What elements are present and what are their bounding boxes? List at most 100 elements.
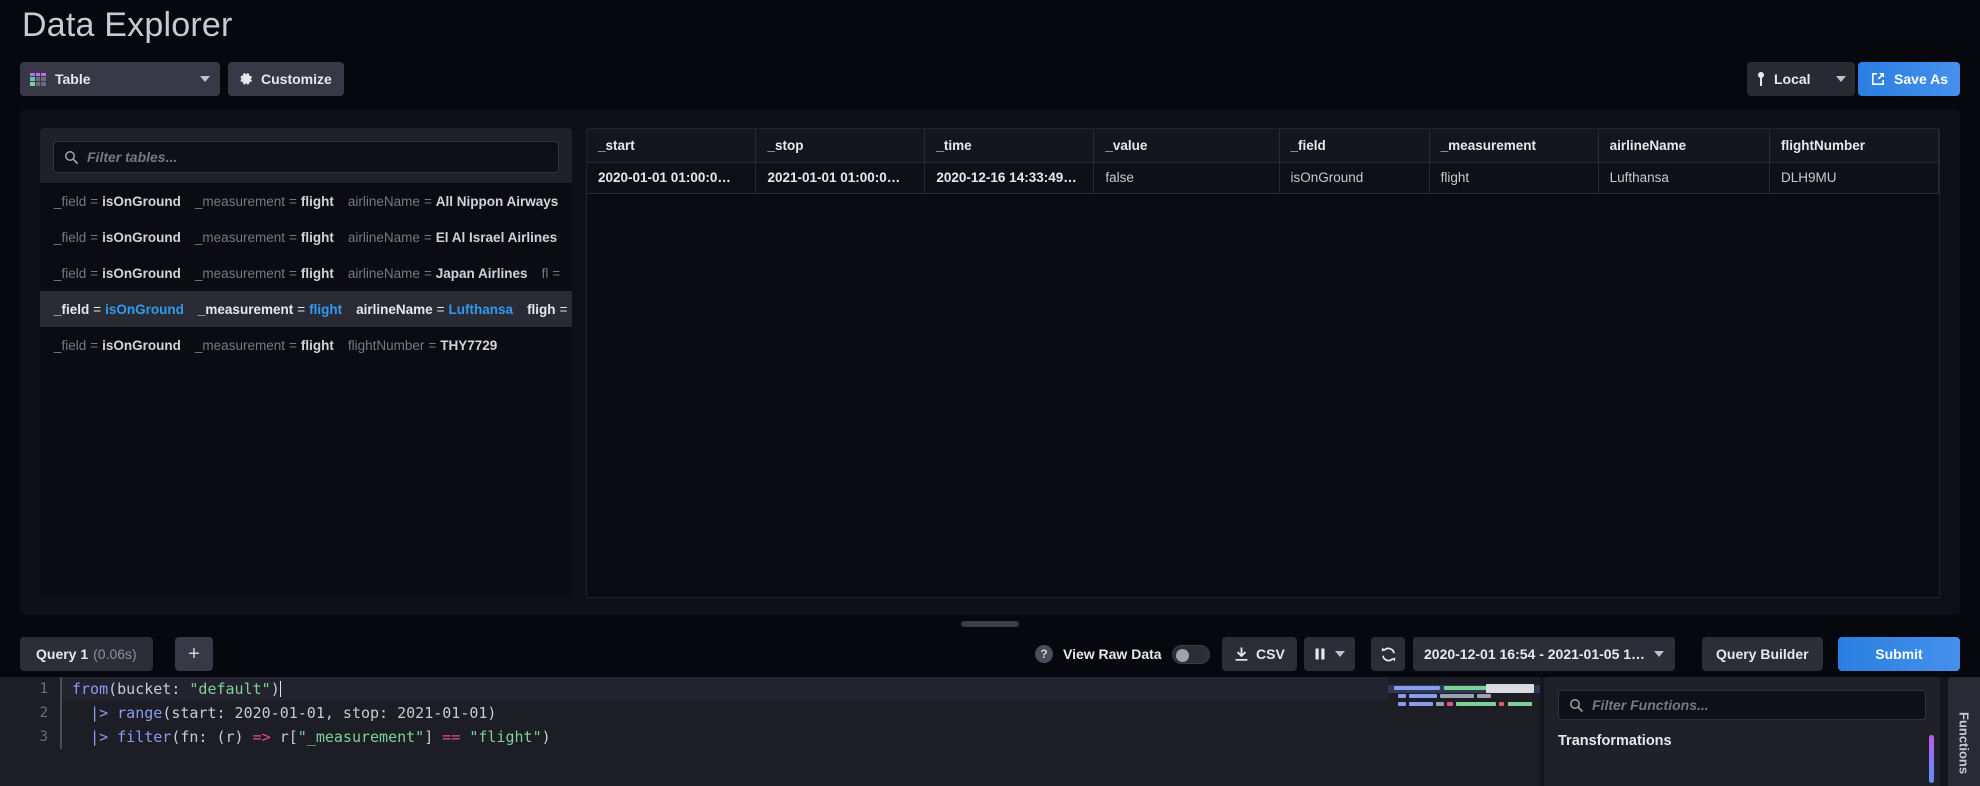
column-header[interactable]: _measurement [1429,129,1599,163]
filter-tables-input[interactable] [87,149,548,165]
filter-functions-input[interactable] [1592,697,1915,713]
gear-icon [238,71,254,87]
tag-pair: _field = isOnGround [54,338,181,353]
table-list-item[interactable]: _field = isOnGround _measurement = flight flig… [40,327,572,363]
tag-key: airlineName [347,229,420,245]
column-header[interactable]: flightNumber [1769,129,1939,163]
refresh-button[interactable] [1371,637,1405,671]
panel-splitter[interactable] [0,617,1980,631]
customize-button[interactable]: Customize [228,62,344,96]
code-line-1[interactable]: from(bucket: "default") [60,677,1388,701]
tag-pair: _measurement = flight [195,194,334,209]
tag-key: _field [54,337,87,353]
submit-button[interactable]: Submit [1838,637,1960,671]
table-cell: Lufthansa [1598,162,1771,194]
minimap-line [1398,694,1406,698]
tag-key: fl [541,265,549,281]
tag-value: flight [300,265,334,281]
view-raw-data-control[interactable]: ? View Raw Data [1035,637,1210,671]
filter-tables-box[interactable] [53,141,559,173]
code-lines[interactable]: from(bucket: "default") |> range(start: … [60,677,1388,749]
table-cell: isOnGround [1279,162,1430,194]
line-number: 2 [39,705,48,721]
auto-refresh-pause-button[interactable] [1304,637,1355,671]
tag-value: flight [300,229,334,245]
functions-section-title: Transformations [1558,733,1672,749]
line-number: 3 [39,729,48,745]
functions-side-tab[interactable]: Functions [1948,677,1980,786]
tag-value: flight [309,301,343,317]
tables-list[interactable]: _field = isOnGround _measurement = flight airl… [40,183,572,598]
tag-key: flightNumber [347,337,425,353]
question-mark-icon[interactable]: ? [1035,645,1053,663]
time-range-dropdown[interactable]: 2020-12-01 16:54 - 2021-01-05 1… [1413,637,1676,671]
table-row: 2020-01-01 01:00:0… 2021-01-01 01:00:0… 20… [587,162,1939,194]
add-query-button[interactable]: + [175,637,213,671]
query-tab-label: Query 1 [36,646,89,662]
tag-key: _measurement [194,229,285,245]
tag-equals: = [288,229,297,245]
tag-pair: _field = isOnGround [54,266,181,281]
csv-label: CSV [1256,646,1285,662]
table-list-item[interactable]: _field = isOnGround _measurement = flight airl… [40,291,572,327]
table-list-item[interactable]: _field = isOnGround _measurement = flight airl… [40,183,572,219]
splitter-grip[interactable] [961,621,1019,627]
tag-pair: _field = isOnGround [54,194,181,209]
minimap-line [1398,702,1406,706]
view-raw-data-toggle[interactable] [1171,644,1210,664]
tag-value: Japan Airlines [435,265,528,281]
tag-key: _field [54,265,87,281]
minimap-line [1447,702,1453,706]
download-csv-button[interactable]: CSV [1222,637,1297,671]
minimap-line [1436,702,1444,706]
column-header[interactable]: _value [1093,129,1280,163]
column-header[interactable]: _time [924,129,1095,163]
filter-functions-box[interactable] [1558,690,1926,720]
tag-equals: = [90,193,99,209]
tag-pair: _measurement = flight [195,266,334,281]
editor-minimap[interactable] [1388,677,1540,786]
tag-value: flight [300,193,334,209]
tag-pair: fl = [542,266,565,281]
tag-pair: fligh = [527,302,571,317]
table-list-item[interactable]: _field = isOnGround _measurement = flight airl… [40,255,572,291]
column-header[interactable]: _field [1279,129,1430,163]
column-header[interactable]: _start [587,129,757,163]
functions-scrollbar[interactable] [1929,735,1934,783]
tag-equals: = [90,229,99,245]
time-range-label: 2020-12-01 16:54 - 2021-01-05 1… [1424,646,1646,662]
code-line-2[interactable]: |> range(start: 2020-01-01, stop: 2021-0… [60,701,1388,725]
code-line-3[interactable]: |> filter(fn: (r) => r["_measurement"] =… [60,725,1388,749]
column-header[interactable]: _stop [755,129,926,163]
table-list-item[interactable]: _field = isOnGround _measurement = flight airl… [40,219,572,255]
query-builder-button[interactable]: Query Builder [1702,637,1823,671]
timezone-dropdown[interactable]: Local [1747,62,1855,96]
tag-equals: = [552,265,561,281]
search-icon [64,150,78,164]
tag-equals: = [93,301,102,317]
tag-key: airlineName [347,265,420,281]
tag-key: _measurement [194,265,285,281]
data-table-pane[interactable]: _start _stop _time _value _field _measurement… [586,128,1940,598]
visualization-type-dropdown[interactable]: Table [20,62,220,96]
tag-key: _field [54,229,87,245]
minimap-viewport-slider[interactable] [1486,684,1534,693]
query-toolbar: Query 1 (0.06s) + ? View Raw Data CSV 20… [0,631,1980,677]
submit-label: Submit [1875,646,1923,662]
column-header[interactable]: airlineName [1598,129,1771,163]
tag-pair: airlineName = Lufthansa [356,302,513,317]
tag-equals: = [436,301,445,317]
tag-key: _measurement [194,337,285,353]
flux-code-editor[interactable]: 1 2 3 from(bucket: "default") |> range(s… [0,677,1388,786]
text-cursor [279,681,281,697]
save-as-button[interactable]: Save As [1858,62,1960,96]
toggle-knob [1175,648,1189,662]
tag-value: isOnGround [102,229,181,245]
tag-equals: = [90,265,99,281]
query-tab-1[interactable]: Query 1 (0.06s) [20,637,153,671]
plus-icon: + [188,643,200,665]
clock-pin-icon [1756,71,1766,87]
tag-equals: = [288,193,297,209]
chevron-down-icon [1654,651,1665,657]
search-icon [1569,698,1583,712]
